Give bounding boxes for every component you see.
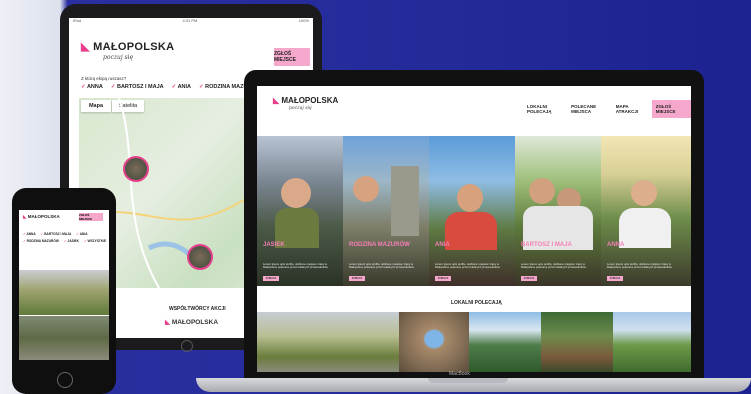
profile-filter-checks: ANNA BARTOSZ I MAJA ANIA RODZINA MAZURÓW… xyxy=(23,232,107,243)
profile-name: BARTOSZ I MAJA xyxy=(521,242,572,248)
profile-photo xyxy=(529,178,555,204)
check-anna[interactable]: ANNA xyxy=(23,232,35,236)
check-jasiek[interactable]: JASIEK xyxy=(64,239,79,243)
check-rodzina[interactable]: RODZINA MAZURÓW xyxy=(23,239,59,243)
partners-title: WSPÓŁTWÓRCY AKCJI xyxy=(169,306,226,312)
place-photo[interactable] xyxy=(19,270,109,315)
map-pin-icon[interactable] xyxy=(187,244,213,270)
place-photo[interactable] xyxy=(613,312,691,372)
submit-place-button[interactable]: ZGŁOŚ MIEJSCE xyxy=(651,100,691,118)
profile-photo xyxy=(281,178,311,208)
profile-button[interactable]: ZOBACZ xyxy=(263,276,279,281)
profile-button[interactable]: ZOBACZ xyxy=(607,276,623,281)
logo-tagline: poczuj się xyxy=(103,54,134,61)
site-logo[interactable]: ◣ MAŁOPOLSKA xyxy=(23,214,60,220)
profile-photo xyxy=(457,184,483,212)
profile-photo xyxy=(353,176,379,202)
profile-description: Lorem ipsum opis profilu, ulubione miejs… xyxy=(349,261,415,270)
logo-mark-icon: ◣ xyxy=(81,41,94,53)
nav-attractions-map[interactable]: MAPA ATRAKCJI xyxy=(616,104,647,114)
map-pin-icon[interactable] xyxy=(123,156,149,182)
place-photo[interactable] xyxy=(541,312,613,372)
profile-button[interactable]: ZOBACZ xyxy=(521,276,537,281)
laptop-screen: ◣ MAŁOPOLSKA poczuj się LOKALNI POLECAJĄ… xyxy=(257,86,691,372)
profile-name: ANNA xyxy=(607,242,625,248)
check-bartosz-maja[interactable]: BARTOSZ I MAJA xyxy=(111,84,164,90)
laptop-device: ◣ MAŁOPOLSKA poczuj się LOKALNI POLECAJĄ… xyxy=(244,70,704,382)
profile-card[interactable]: ANIA Lorem ipsum opis profilu, ulubione … xyxy=(429,136,515,286)
profile-description: Lorem ipsum opis profilu, ulubione miejs… xyxy=(435,261,501,270)
place-photo[interactable] xyxy=(469,312,541,372)
profile-card[interactable]: ANNA Lorem ipsum opis profilu, ulubione … xyxy=(601,136,691,286)
profile-filter-checks: ANNA BARTOSZ I MAJA ANIA RODZINA MAZUR xyxy=(81,84,251,90)
profile-description: Lorem ipsum opis profilu, ulubione miejs… xyxy=(607,261,673,270)
submit-place-button[interactable]: ZGŁOŚ MIEJSCE xyxy=(79,213,103,221)
logo-tagline: poczuj się xyxy=(289,106,312,111)
profile-name: RODZINA MAZURÓW xyxy=(349,242,410,248)
logo-text: MAŁOPOLSKA xyxy=(93,41,175,53)
profile-name: JASIEK xyxy=(263,242,285,248)
place-photo[interactable] xyxy=(257,312,399,372)
logo-text: MAŁOPOLSKA xyxy=(281,96,339,105)
place-photo[interactable] xyxy=(19,316,109,360)
profile-card[interactable]: RODZINA MAZURÓW Lorem ipsum opis profilu… xyxy=(343,136,429,286)
profile-description: Lorem ipsum opis profilu, ulubione miejs… xyxy=(263,261,329,270)
profile-card[interactable]: JASIEK Lorem ipsum opis profilu, ulubion… xyxy=(257,136,343,286)
phone-device: ◣ MAŁOPOLSKA ZGŁOŚ MIEJSCE ANNA BARTOSZ … xyxy=(12,188,116,394)
filter-label: Z którą ekipą ruszasz? xyxy=(81,76,127,81)
submit-place-button[interactable]: ZGŁOŚ MIEJSCE xyxy=(274,48,310,66)
check-all[interactable]: WSZYSTKIE xyxy=(84,239,107,243)
logo-mark-icon: ◣ xyxy=(165,319,172,326)
check-bartosz-maja[interactable]: BARTOSZ I MAJA xyxy=(41,232,71,236)
logo-text: MAŁOPOLSKA xyxy=(27,214,60,219)
check-ania[interactable]: ANIA xyxy=(172,84,191,90)
home-button-icon xyxy=(57,372,73,388)
nav-recommended-places[interactable]: POLECANE MIEJSCA xyxy=(571,104,611,114)
section-title: LOKALNI POLECAJĄ xyxy=(451,300,502,306)
tablet-status-bar: iPad 4:31 PM 100% xyxy=(69,18,313,26)
profile-photo xyxy=(619,208,671,248)
macbook-label: MacBook xyxy=(449,371,470,377)
status-time: 4:31 PM xyxy=(182,18,198,23)
place-photo[interactable] xyxy=(399,312,469,372)
home-button-icon xyxy=(181,340,193,352)
profile-card[interactable]: BARTOSZ I MAJA Lorem ipsum opis profilu,… xyxy=(515,136,601,286)
nav-local-recommend[interactable]: LOKALNI POLECAJĄ xyxy=(527,104,566,114)
main-nav: LOKALNI POLECAJĄ POLECANE MIEJSCA MAPA A… xyxy=(527,100,691,118)
site-logo[interactable]: ◣ MAŁOPOLSKA xyxy=(81,40,174,53)
partner-logo-text: MAŁOPOLSKA xyxy=(171,319,219,326)
profile-photo xyxy=(445,212,497,250)
laptop-notch xyxy=(428,378,508,383)
profile-photo xyxy=(631,180,657,206)
site-logo[interactable]: ◣ MAŁOPOLSKA xyxy=(273,96,338,105)
profile-button[interactable]: ZOBACZ xyxy=(349,276,365,281)
status-left: iPad xyxy=(73,18,82,23)
phone-screen: ◣ MAŁOPOLSKA ZGŁOŚ MIEJSCE ANNA BARTOSZ … xyxy=(19,210,109,360)
profile-description: Lorem ipsum opis profilu, ulubione miejs… xyxy=(521,261,587,270)
check-ania[interactable]: ANIA xyxy=(76,232,88,236)
profile-photo xyxy=(391,166,419,236)
partner-logo: ◣ MAŁOPOLSKA xyxy=(165,318,218,326)
profile-name: ANIA xyxy=(435,242,450,248)
check-anna[interactable]: ANNA xyxy=(81,84,103,90)
status-battery: 100% xyxy=(298,18,309,23)
profile-button[interactable]: ZOBACZ xyxy=(435,276,451,281)
